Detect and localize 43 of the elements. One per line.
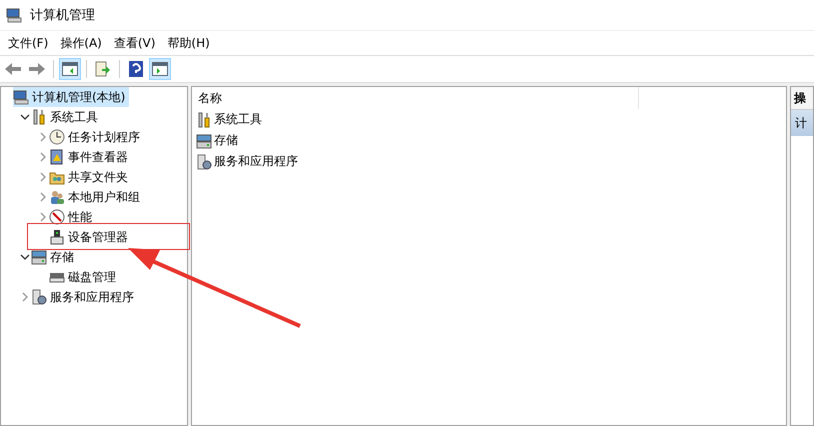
tree-item[interactable]: 服务和应用程序: [31, 287, 138, 307]
pane-icon: [152, 62, 168, 76]
device-icon: [49, 229, 65, 245]
storage-icon: [196, 132, 212, 148]
tree-item[interactable]: 磁盘管理: [49, 267, 120, 287]
tree-item[interactable]: 本地用户和组: [49, 187, 144, 207]
services-icon: [31, 289, 47, 305]
menu-item[interactable]: 查看(V): [108, 34, 162, 52]
window-title: 计算机管理: [30, 7, 95, 24]
computer-icon: [13, 89, 29, 105]
forward-arrow-icon: [28, 62, 46, 76]
column-header[interactable]: 名称: [192, 87, 639, 109]
back-arrow-icon: [4, 62, 22, 76]
actions-header: 操: [791, 87, 813, 110]
actions-item[interactable]: 计: [791, 110, 813, 136]
help-icon: [129, 61, 143, 77]
list-item[interactable]: 系统工具: [214, 111, 262, 128]
tree-item[interactable]: 存储: [31, 247, 78, 267]
toolbar-button[interactable]: [149, 58, 171, 80]
tools-icon: [31, 109, 47, 125]
services-icon: [196, 154, 212, 170]
pane-icon: [62, 62, 78, 76]
tree-item[interactable]: 事件查看器: [49, 147, 132, 167]
menu-item[interactable]: 帮助(H): [161, 34, 216, 52]
clock-icon: [49, 129, 65, 145]
tree-item[interactable]: 共享文件夹: [49, 167, 132, 187]
tree-item[interactable]: 任务计划程序: [49, 127, 144, 147]
tree-item[interactable]: 系统工具: [31, 107, 102, 127]
log-icon: [49, 149, 65, 165]
menu-item[interactable]: 操作(A): [54, 34, 108, 52]
computer-icon: [6, 7, 22, 23]
tools-icon: [196, 112, 212, 128]
list-item[interactable]: 服务和应用程序: [214, 153, 298, 170]
users-icon: [49, 189, 65, 205]
export-icon: [95, 61, 111, 77]
list-item[interactable]: 存储: [214, 132, 238, 149]
tree-item[interactable]: 性能: [49, 207, 96, 227]
storage-icon: [31, 249, 47, 265]
tree-item[interactable]: 设备管理器: [49, 227, 132, 247]
gauge-icon: [49, 209, 65, 225]
toolbar-button[interactable]: [59, 58, 81, 80]
tree-item[interactable]: 计算机管理(本地): [13, 87, 130, 107]
menu-item[interactable]: 文件(F): [2, 34, 54, 52]
